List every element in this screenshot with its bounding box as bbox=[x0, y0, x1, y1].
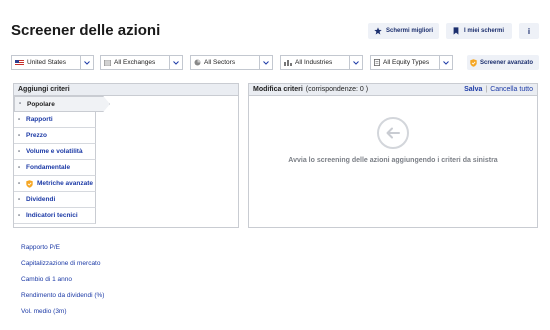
document-icon bbox=[374, 59, 380, 66]
category-label: Rapporti bbox=[26, 116, 53, 123]
equity-type-value: All Equity Types bbox=[383, 59, 430, 66]
info-button[interactable]: i bbox=[519, 23, 539, 39]
page-title: Screener delle azioni bbox=[11, 22, 161, 39]
filter-bar: United States All Exchanges All Sectors … bbox=[11, 55, 539, 70]
criteria-item-pe-ratio[interactable]: Rapporto P/E bbox=[21, 240, 104, 256]
category-popular[interactable]: • Popolare bbox=[14, 96, 110, 112]
exchange-icon bbox=[104, 59, 111, 66]
bullet-icon: • bbox=[18, 180, 21, 187]
industry-dropdown[interactable]: All Industries bbox=[280, 55, 363, 70]
category-label: Volume e volatilità bbox=[26, 148, 83, 155]
category-label: Prezzo bbox=[26, 132, 47, 139]
category-price[interactable]: • Prezzo bbox=[14, 128, 96, 144]
chevron-down-icon bbox=[439, 56, 452, 69]
category-label: Dividendi bbox=[26, 196, 56, 203]
advanced-screener-button[interactable]: Screener avanzato bbox=[467, 55, 539, 70]
category-technical-indicators[interactable]: • Indicatori tecnici bbox=[14, 208, 96, 224]
bullet-icon: • bbox=[18, 132, 21, 139]
arrow-left-icon bbox=[377, 117, 409, 149]
us-flag-icon bbox=[15, 59, 24, 66]
criteria-item-avg-volume[interactable]: Vol. medio (3m) bbox=[21, 304, 104, 320]
star-icon bbox=[374, 27, 382, 35]
edit-criteria-panel: Modifica criteri (corrispondenze: 0 ) Sa… bbox=[248, 83, 538, 228]
criteria-list: Rapporto P/E Capitalizzazione di mercato… bbox=[21, 240, 104, 320]
bullet-icon: • bbox=[18, 164, 21, 171]
info-icon: i bbox=[527, 26, 531, 36]
chevron-down-icon bbox=[259, 56, 272, 69]
exchange-dropdown[interactable]: All Exchanges bbox=[100, 55, 183, 70]
category-dividends[interactable]: • Dividendi bbox=[14, 192, 96, 208]
match-count: (corrispondenze: 0 ) bbox=[305, 86, 369, 93]
bullet-icon: • bbox=[19, 101, 22, 107]
criteria-item-1-year-change[interactable]: Cambio di 1 anno bbox=[21, 272, 104, 288]
empty-state-message: Avvia lo screening delle azioni aggiunge… bbox=[288, 157, 498, 164]
category-label: Popolare bbox=[27, 100, 55, 108]
sector-value: All Sectors bbox=[204, 59, 236, 66]
category-list: • Popolare • Rapporti • Prezzo • Volume … bbox=[14, 96, 110, 224]
bullet-icon: • bbox=[18, 196, 21, 203]
separator: | bbox=[485, 86, 488, 93]
bullet-icon: • bbox=[18, 148, 21, 155]
best-screens-button[interactable]: Schermi migliori bbox=[368, 23, 439, 39]
chevron-down-icon bbox=[169, 56, 182, 69]
bullet-icon: • bbox=[18, 212, 21, 219]
category-label: Indicatori tecnici bbox=[26, 212, 78, 219]
category-label: Fondamentale bbox=[26, 164, 71, 171]
category-advanced-metrics[interactable]: • Metriche avanzate bbox=[14, 176, 96, 192]
category-fundamental[interactable]: • Fondamentale bbox=[14, 160, 96, 176]
equity-type-dropdown[interactable]: All Equity Types bbox=[370, 55, 453, 70]
edit-criteria-header: Modifica criteri (corrispondenze: 0 ) Sa… bbox=[249, 84, 537, 96]
sector-dropdown[interactable]: All Sectors bbox=[190, 55, 273, 70]
bullet-icon: • bbox=[18, 116, 21, 123]
industry-icon bbox=[284, 59, 292, 66]
industry-value: All Industries bbox=[295, 59, 333, 66]
advanced-screener-label: Screener avanzato bbox=[480, 59, 534, 66]
exchange-value: All Exchanges bbox=[114, 59, 156, 66]
my-screens-label: I miei schermi bbox=[464, 28, 505, 34]
sector-icon bbox=[194, 59, 201, 66]
add-criteria-panel: Aggiungi criteri • Popolare • Rapporti •… bbox=[13, 83, 239, 228]
edit-criteria-title: Modifica criteri bbox=[253, 86, 303, 93]
chevron-down-icon bbox=[349, 56, 362, 69]
save-link[interactable]: Salva bbox=[464, 84, 482, 95]
bookmark-icon bbox=[453, 27, 459, 35]
category-label: Metriche avanzate bbox=[37, 180, 93, 187]
country-dropdown[interactable]: United States bbox=[11, 55, 94, 70]
criteria-item-dividend-yield[interactable]: Rendimento da dividendi (%) bbox=[21, 288, 104, 304]
chevron-down-icon bbox=[80, 56, 93, 69]
clear-all-link[interactable]: Cancella tutto bbox=[490, 84, 533, 95]
criteria-item-market-cap[interactable]: Capitalizzazione di mercato bbox=[21, 256, 104, 272]
premium-shield-icon bbox=[26, 179, 33, 188]
add-criteria-header: Aggiungi criteri bbox=[14, 84, 238, 96]
my-screens-button[interactable]: I miei schermi bbox=[446, 23, 512, 39]
premium-shield-icon bbox=[470, 58, 477, 67]
best-screens-label: Schermi migliori bbox=[386, 28, 434, 34]
country-value: United States bbox=[27, 59, 67, 66]
category-ratios[interactable]: • Rapporti bbox=[14, 112, 96, 128]
category-volume-volatility[interactable]: • Volume e volatilità bbox=[14, 144, 96, 160]
